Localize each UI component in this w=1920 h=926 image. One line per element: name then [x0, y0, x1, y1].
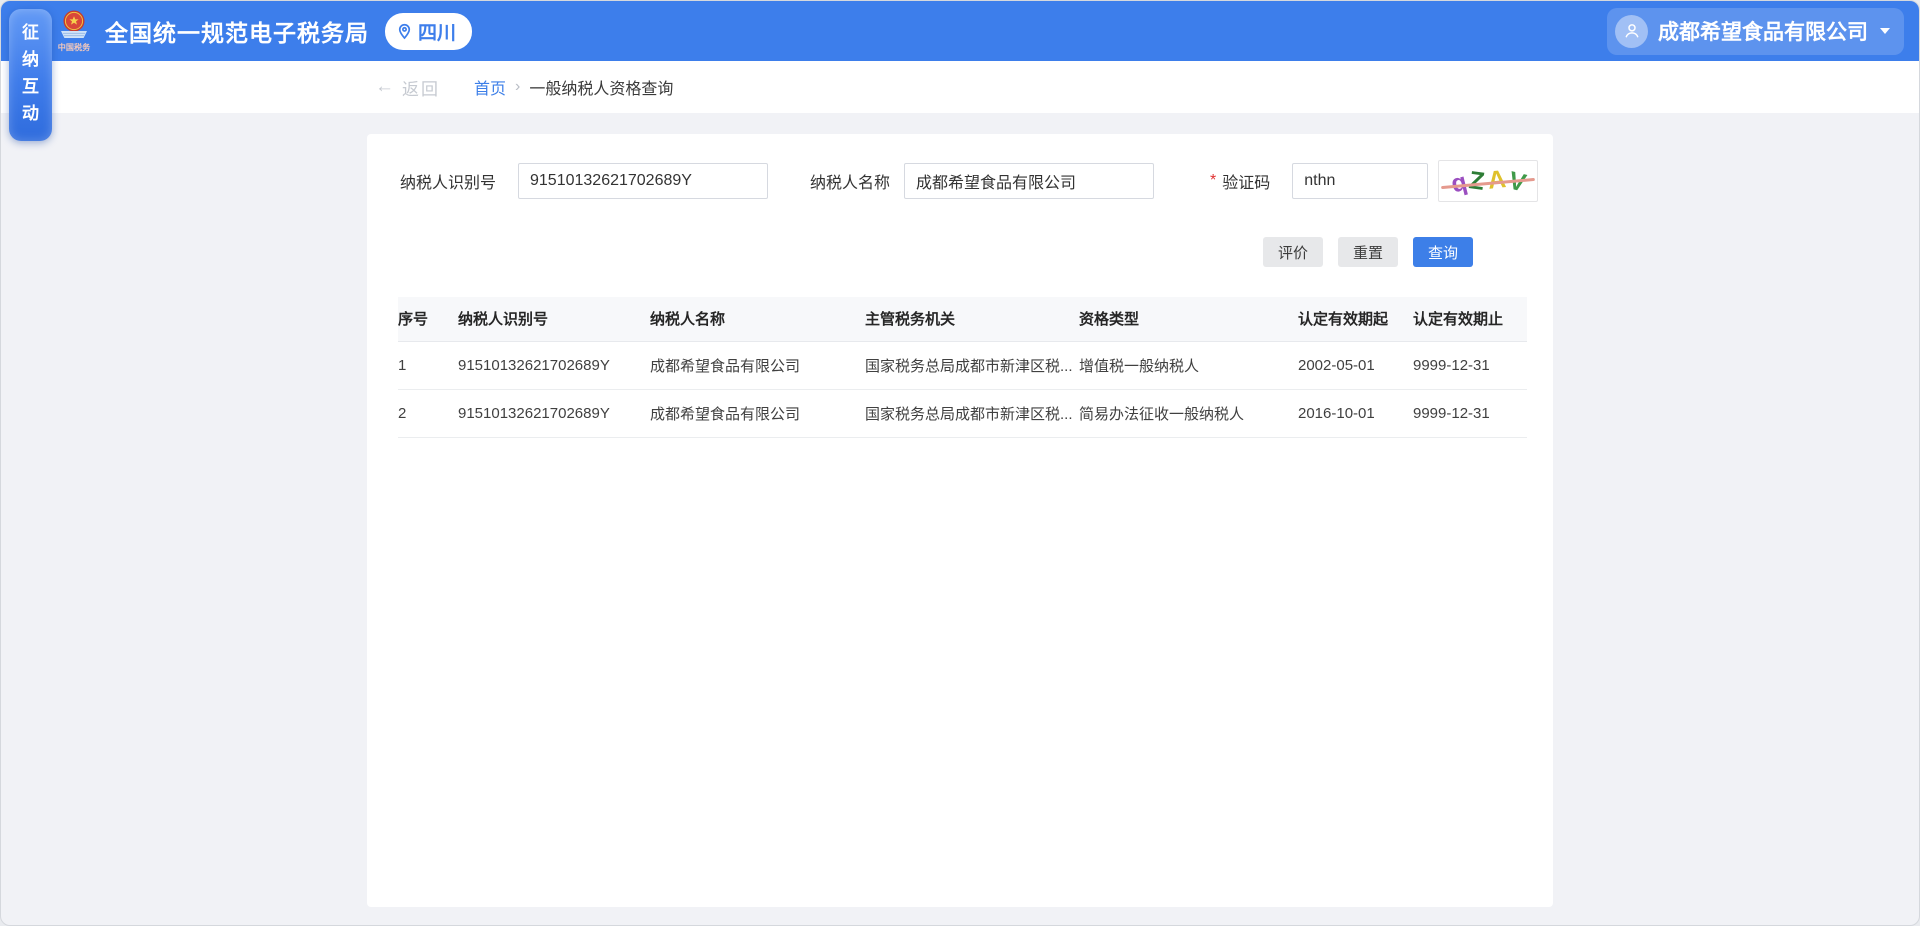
table-cell: 91510132621702689Y: [458, 389, 650, 437]
top-header-bar: 中国税务 全国统一规范电子税务局 四川 成都希望食品有限公司: [1, 1, 1919, 61]
taxpayer-name-label: 纳税人名称: [810, 169, 890, 193]
table-header-cell: 认定有效期起: [1298, 297, 1413, 341]
table-header-row: 序号纳税人识别号纳税人名称主管税务机关资格类型认定有效期起认定有效期止: [398, 297, 1527, 341]
avatar: [1615, 15, 1648, 48]
national-emblem-icon: [55, 10, 93, 42]
table-header-cell: 纳税人名称: [650, 297, 865, 341]
back-label: 返回: [402, 75, 440, 100]
table-header-cell: 认定有效期止: [1413, 297, 1527, 341]
taxpayer-id-input[interactable]: [518, 163, 768, 199]
side-tab-char: 动: [22, 103, 39, 125]
china-tax-logo: 中国税务: [55, 10, 93, 52]
table-header-cell: 资格类型: [1079, 297, 1298, 341]
table-row: 191510132621702689Y成都希望食品有限公司国家税务总局成都市新津…: [398, 341, 1527, 389]
captcha-letter: A: [1486, 165, 1507, 196]
table-cell: 成都希望食品有限公司: [650, 341, 865, 389]
side-tab-char: 纳: [22, 49, 39, 71]
user-icon: [1622, 21, 1642, 41]
breadcrumb-current-page: 一般纳税人资格查询: [529, 75, 673, 99]
taxpayer-id-label: 纳税人识别号: [400, 169, 497, 193]
table-header-cell: 序号: [398, 297, 458, 341]
user-company-name: 成都希望食品有限公司: [1658, 16, 1868, 46]
query-form: 纳税人识别号 纳税人名称 * 验证码 qZAV: [367, 134, 1553, 202]
table-cell: 国家税务总局成都市新津区税...: [865, 389, 1079, 437]
table-cell: 91510132621702689Y: [458, 341, 650, 389]
page-background: 纳税人识别号 纳税人名称 * 验证码 qZAV 评价 重置 查询: [1, 134, 1919, 926]
table-cell: 9999-12-31: [1413, 389, 1527, 437]
breadcrumb: ← 返回 首页 › 一般纳税人资格查询: [1, 61, 1919, 113]
reset-button[interactable]: 重置: [1338, 237, 1398, 267]
table-row: 291510132621702689Y成都希望食品有限公司国家税务总局成都市新津…: [398, 389, 1527, 437]
required-asterisk: *: [1210, 172, 1216, 190]
table-cell: 9999-12-31: [1413, 341, 1527, 389]
user-account-chip[interactable]: 成都希望食品有限公司: [1607, 8, 1904, 55]
side-tab-char: 互: [22, 76, 39, 98]
table-header-cell: 纳税人识别号: [458, 297, 650, 341]
side-tab-char: 征: [22, 22, 39, 44]
action-buttons: 评价 重置 查询: [367, 237, 1553, 267]
table-cell: 增值税一般纳税人: [1079, 341, 1298, 389]
table-cell: 1: [398, 341, 458, 389]
table-cell: 国家税务总局成都市新津区税...: [865, 341, 1079, 389]
interaction-side-tab[interactable]: 征纳互动: [9, 9, 52, 141]
breadcrumb-home-link[interactable]: 首页: [474, 75, 506, 99]
table-header-cell: 主管税务机关: [865, 297, 1079, 341]
captcha-input[interactable]: [1292, 163, 1428, 199]
results-table: 序号纳税人识别号纳税人名称主管税务机关资格类型认定有效期起认定有效期止 1915…: [398, 297, 1527, 438]
table-cell: 简易办法征收一般纳税人: [1079, 389, 1298, 437]
query-button[interactable]: 查询: [1413, 237, 1473, 267]
table-cell: 成都希望食品有限公司: [650, 389, 865, 437]
evaluate-button[interactable]: 评价: [1263, 237, 1323, 267]
table-cell: 2016-10-01: [1298, 389, 1413, 437]
query-panel: 纳税人识别号 纳税人名称 * 验证码 qZAV 评价 重置 查询: [367, 134, 1553, 907]
taxpayer-name-input[interactable]: [904, 163, 1154, 199]
captcha-letter: V: [1505, 166, 1528, 198]
back-button[interactable]: ← 返回: [375, 75, 440, 100]
results-table-container: 序号纳税人识别号纳税人名称主管税务机关资格类型认定有效期起认定有效期止 1915…: [398, 297, 1527, 438]
location-pin-icon: [396, 23, 413, 40]
captcha-label: 验证码: [1222, 169, 1270, 193]
back-arrow-icon: ←: [375, 76, 394, 98]
captcha-image[interactable]: qZAV: [1438, 160, 1538, 202]
browser-window: 中国税务 全国统一规范电子税务局 四川 成都希望食品有限公司 征纳互动: [0, 0, 1920, 926]
table-cell: 2: [398, 389, 458, 437]
region-label: 四川: [418, 18, 456, 45]
breadcrumb-separator: ›: [515, 78, 520, 96]
chevron-down-icon: [1880, 28, 1890, 34]
logo-caption: 中国税务: [58, 43, 90, 51]
table-cell: 2002-05-01: [1298, 341, 1413, 389]
region-selector[interactable]: 四川: [385, 13, 472, 50]
app-title: 全国统一规范电子税务局: [105, 14, 369, 48]
captcha-letter: Z: [1467, 166, 1486, 197]
